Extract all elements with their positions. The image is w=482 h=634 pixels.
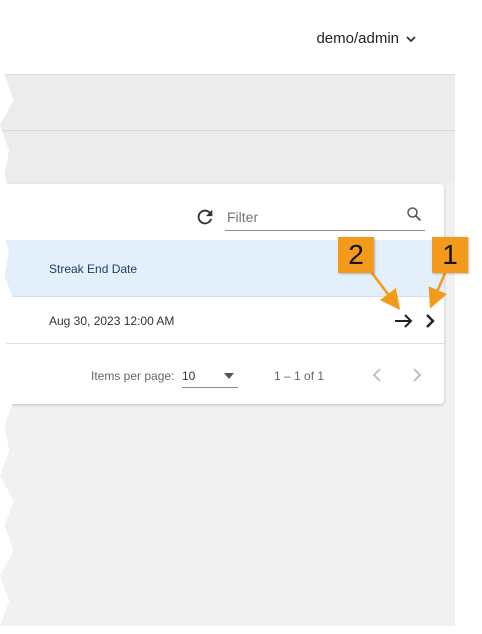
paginator: Items per page: 10 1 – 1 of 1 [0, 345, 444, 403]
blank-section [0, 75, 455, 131]
chevron-right-icon[interactable] [423, 313, 437, 329]
chevron-down-icon [406, 35, 416, 42]
caret-down-icon [224, 373, 234, 379]
items-per-page-label: Items per page: [91, 369, 175, 383]
callout-badge: 1 [432, 237, 468, 273]
callout-badge: 2 [338, 237, 374, 273]
cell-streak-end-date: Aug 30, 2023 12:00 AM [49, 314, 175, 328]
chevron-right-icon[interactable] [410, 367, 424, 383]
range-label: 1 – 1 of 1 [274, 369, 325, 383]
arrow-right-icon[interactable] [394, 313, 414, 329]
items-per-page-value: 10 [182, 369, 196, 383]
table-header-row: Streak End Date [0, 240, 444, 297]
top-bar: demo/admin [0, 0, 455, 75]
table-row[interactable]: Aug 30, 2023 12:00 AM [0, 297, 444, 344]
user-menu[interactable]: demo/admin [316, 30, 417, 47]
refresh-icon[interactable] [194, 206, 216, 228]
items-per-page-select[interactable]: 10 [182, 363, 238, 388]
filter-input[interactable] [225, 206, 399, 228]
filter-field [225, 200, 425, 231]
column-header-streak-end-date[interactable]: Streak End Date [49, 262, 137, 276]
blank-section [0, 131, 455, 183]
chevron-left-icon[interactable] [370, 367, 384, 383]
screenshot-canvas: demo/admin Streak End Date Aug 30, 2023 … [0, 0, 455, 626]
user-label: demo/admin [316, 30, 399, 47]
search-icon [407, 207, 421, 221]
